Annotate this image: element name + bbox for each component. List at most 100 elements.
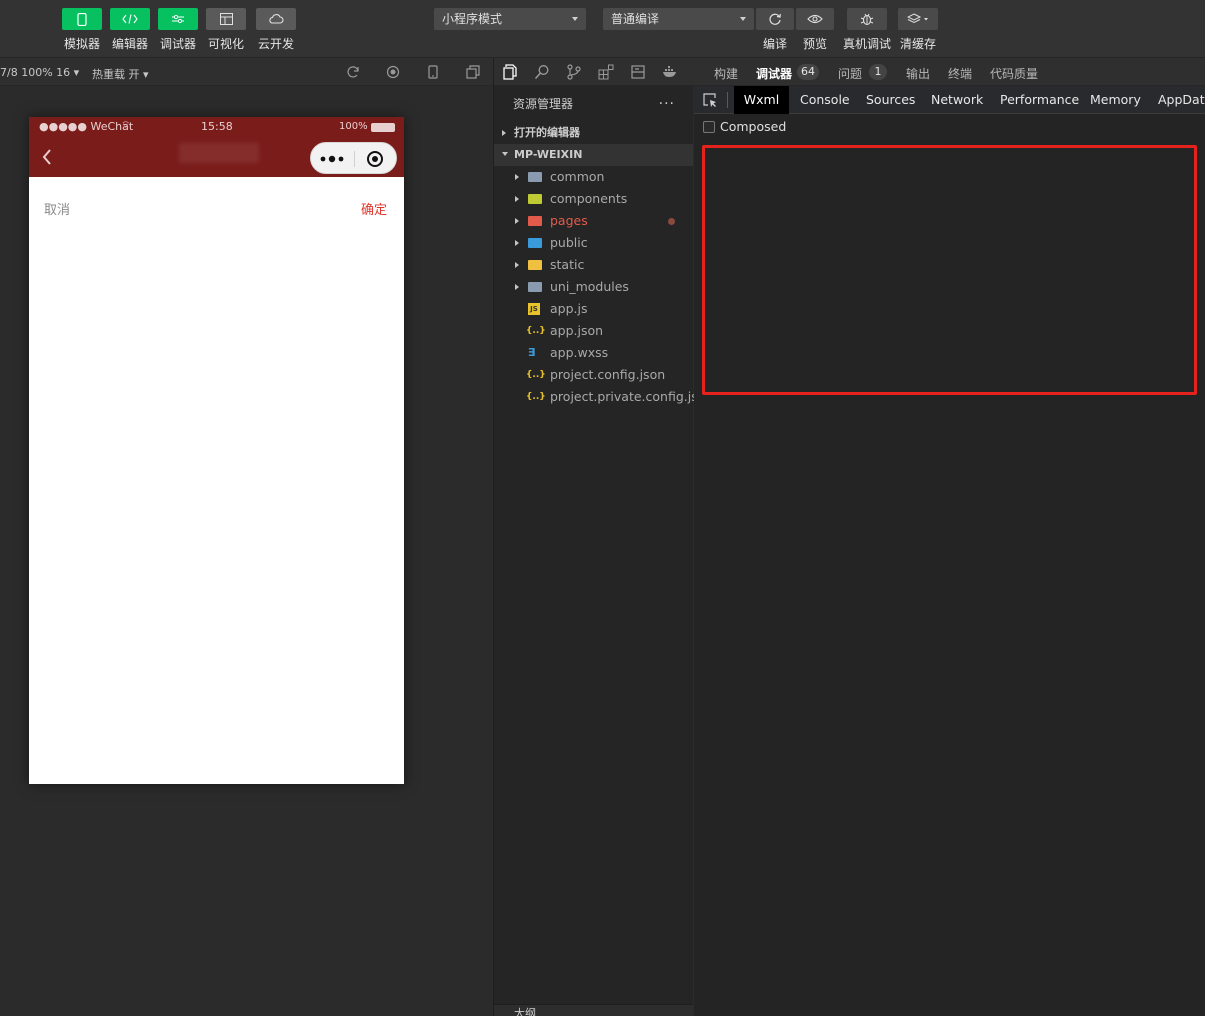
visual-tool-label: 可视化 [207,37,244,51]
pages-folder-icon [528,216,542,226]
record-icon[interactable] [386,65,400,79]
chevron-right-icon [515,284,519,290]
cloud-tool-button[interactable]: 云开发 [254,8,298,52]
tree-folder[interactable]: pages [494,210,693,232]
project-section[interactable]: MP-WEIXIN [494,144,693,166]
compile-label: 编译 [762,37,787,51]
tab-network[interactable]: Network [924,86,990,114]
static-folder-icon [528,260,542,270]
editor-tool-button[interactable]: 编辑器 [108,8,152,52]
modified-dot-icon [668,218,675,225]
tree-item-label: static [550,257,585,272]
simulator-tool-button[interactable]: 模拟器 [60,8,104,52]
source-control-icon[interactable] [566,64,582,80]
tree-file[interactable]: {..} app.json [494,320,693,342]
folder-icon [528,172,542,182]
tree-file[interactable]: {..} project.config.json [494,364,693,386]
search-icon[interactable] [534,64,550,80]
more-dots-icon[interactable] [320,155,344,163]
hot-reload-toggle[interactable]: 热重载 开 ▾ [92,66,149,82]
more-options-icon[interactable]: ··· [659,86,675,122]
compile-button[interactable]: 编译 [755,8,795,52]
toolbar-separator [727,92,728,108]
outline-section[interactable]: 大纲 [494,1004,693,1016]
preview-button[interactable]: 预览 [795,8,835,52]
phone-screen: ●●●●● WeChat ⌔ 15:58 100% 取消 确定 [29,117,404,784]
tree-folder[interactable]: components [494,188,693,210]
tab-performance[interactable]: Performance [993,86,1086,114]
tab-output[interactable]: 输出 [906,65,930,82]
tree-folder[interactable]: public [494,232,693,254]
highlight-box [702,145,1197,395]
tab-problems[interactable]: 问题 [838,65,862,82]
battery-text: 100% [339,121,368,132]
chevron-down-icon [502,152,508,156]
tab-console[interactable]: Console [793,86,857,114]
storage-icon[interactable] [630,64,646,80]
tab-memory[interactable]: Memory [1083,86,1148,114]
tree-item-label: uni_modules [550,279,629,294]
chevron-right-icon [515,196,519,202]
extensions-icon[interactable] [598,64,614,80]
docker-icon[interactable] [662,64,678,80]
visual-tool-button[interactable]: 可视化 [204,8,248,52]
tree-file[interactable]: ∃ app.wxss [494,342,693,364]
tree-folder[interactable]: uni_modules [494,276,693,298]
tree-item-label: pages [550,213,588,228]
cancel-button[interactable]: 取消 [44,199,70,218]
battery-icon [371,123,395,132]
popout-window-icon[interactable] [466,65,480,79]
carrier-text: ●●●●● WeChat [39,120,134,133]
tree-item-label: app.wxss [550,345,609,360]
tree-folder[interactable]: static [494,254,693,276]
chevron-down-icon [572,17,578,21]
layout-icon [206,8,246,30]
chevron-right-icon [515,262,519,268]
cloud-tool-label: 云开发 [257,37,294,51]
composed-checkbox[interactable] [703,121,715,133]
time-text: 15:58 [201,120,233,133]
inspect-element-icon[interactable] [702,92,718,108]
page-title-blurred [179,143,259,163]
phone-icon[interactable] [426,65,440,79]
editor-tool-label: 编辑器 [111,37,148,51]
json-file-icon: {..} [526,326,546,336]
code-icon [110,8,150,30]
device-select[interactable]: 7/8 100% 16 ▾ [0,66,79,79]
compile-select-value: 普通编译 [611,12,660,26]
clear-cache-button[interactable]: 清缓存 [898,8,938,52]
files-icon[interactable] [502,64,518,80]
composed-toolbar: Composed [694,114,1205,140]
explorer-header: 资源管理器 ··· [494,86,693,122]
tab-code-quality[interactable]: 代码质量 [990,65,1038,82]
close-miniprogram-icon[interactable] [366,150,384,168]
tab-debugger[interactable]: 调试器 [756,65,792,82]
clear-cache-label: 清缓存 [899,37,936,51]
back-arrow-icon[interactable] [41,148,53,166]
devtools-tabs: Wxml Console Sources Network Performance… [694,86,1205,114]
tab-wxml[interactable]: Wxml [734,86,789,114]
remote-debug-label: 真机调试 [843,37,892,51]
tab-terminal[interactable]: 终端 [948,65,972,82]
components-folder-icon [528,194,542,204]
tree-file[interactable]: JS app.js [494,298,693,320]
preview-label: 预览 [802,37,827,51]
tab-sources[interactable]: Sources [859,86,922,114]
debugger-top-tabs: 构建 调试器 64 问题 1 输出 终端 代码质量 [694,58,1205,86]
tree-file[interactable]: {..} project.private.config.js... [494,386,710,408]
confirm-button[interactable]: 确定 [361,199,387,218]
device-label: 7/8 100% 16 [0,66,71,79]
remote-debug-button[interactable]: 真机调试 [843,8,891,52]
tree-folder[interactable]: common [494,166,693,188]
rotate-icon[interactable] [346,65,360,79]
bug-icon [847,8,887,30]
outline-label: 大纲 [514,1007,536,1016]
cloud-icon [256,8,296,30]
compile-select[interactable]: 普通编译 [603,8,754,30]
tab-appdata[interactable]: AppData [1151,86,1205,114]
open-editors-section[interactable]: 打开的编辑器 [494,122,693,144]
tab-build[interactable]: 构建 [714,65,738,82]
chevron-down-icon [740,17,746,21]
debugger-tool-button[interactable]: 调试器 [156,8,200,52]
mode-select[interactable]: 小程序模式 [434,8,586,30]
